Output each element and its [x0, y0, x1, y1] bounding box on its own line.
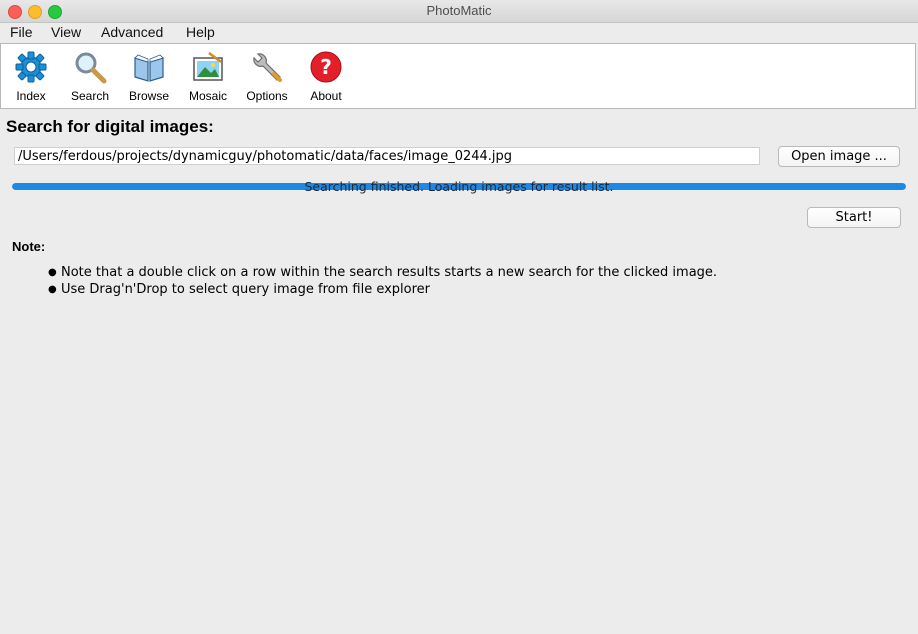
note-list: ● Note that a double click on a row withi…	[48, 264, 717, 298]
page-title: Search for digital images:	[6, 117, 214, 136]
search-button[interactable]: Search	[61, 50, 119, 106]
title-bar: PhotoMatic	[0, 0, 918, 23]
progress-status-text: Searching finished. Loading images for r…	[304, 179, 614, 194]
bullet-icon: ●	[48, 267, 57, 278]
mosaic-label: Mosaic	[188, 89, 227, 103]
index-label: Index	[16, 89, 46, 103]
options-label: Options	[246, 89, 288, 103]
gear-icon	[15, 51, 47, 83]
question-icon: ?	[310, 51, 342, 83]
menu-help[interactable]: Help	[186, 24, 215, 40]
index-button[interactable]: Index	[2, 50, 60, 106]
note-label: Note:	[12, 239, 46, 254]
open-image-button[interactable]: Open image ...	[778, 146, 900, 167]
menu-bar: File View Advanced Help	[0, 23, 918, 43]
note-item: ● Note that a double click on a row withi…	[48, 264, 717, 281]
window-title: PhotoMatic	[426, 3, 492, 18]
search-label: Search	[70, 89, 110, 103]
browse-button[interactable]: Browse	[120, 50, 178, 106]
about-label: About	[310, 89, 342, 103]
magnifier-icon	[75, 52, 107, 84]
app-window: PhotoMatic File View Advanced Help Index…	[0, 0, 918, 634]
note-text: Note that a double click on a row within…	[61, 265, 718, 280]
wrench-icon	[253, 53, 282, 82]
menu-view[interactable]: View	[51, 24, 81, 40]
options-button[interactable]: Options	[238, 50, 296, 106]
toolbar: Index Search Browse Mosaic Options ? Abo…	[0, 43, 916, 109]
query-image-path-input[interactable]	[14, 147, 760, 165]
bullet-icon: ●	[48, 284, 57, 295]
menu-advanced[interactable]: Advanced	[101, 24, 163, 40]
svg-text:?: ?	[320, 55, 332, 79]
about-button[interactable]: ? About	[297, 50, 355, 106]
picture-icon	[193, 52, 223, 81]
menu-file[interactable]: File	[10, 24, 33, 40]
mosaic-button[interactable]: Mosaic	[179, 50, 237, 106]
browse-label: Browse	[128, 89, 169, 103]
note-text: Use Drag'n'Drop to select query image fr…	[61, 282, 431, 297]
note-item: ● Use Drag'n'Drop to select query image f…	[48, 281, 717, 298]
start-button[interactable]: Start!	[807, 207, 901, 228]
book-icon	[134, 54, 164, 82]
